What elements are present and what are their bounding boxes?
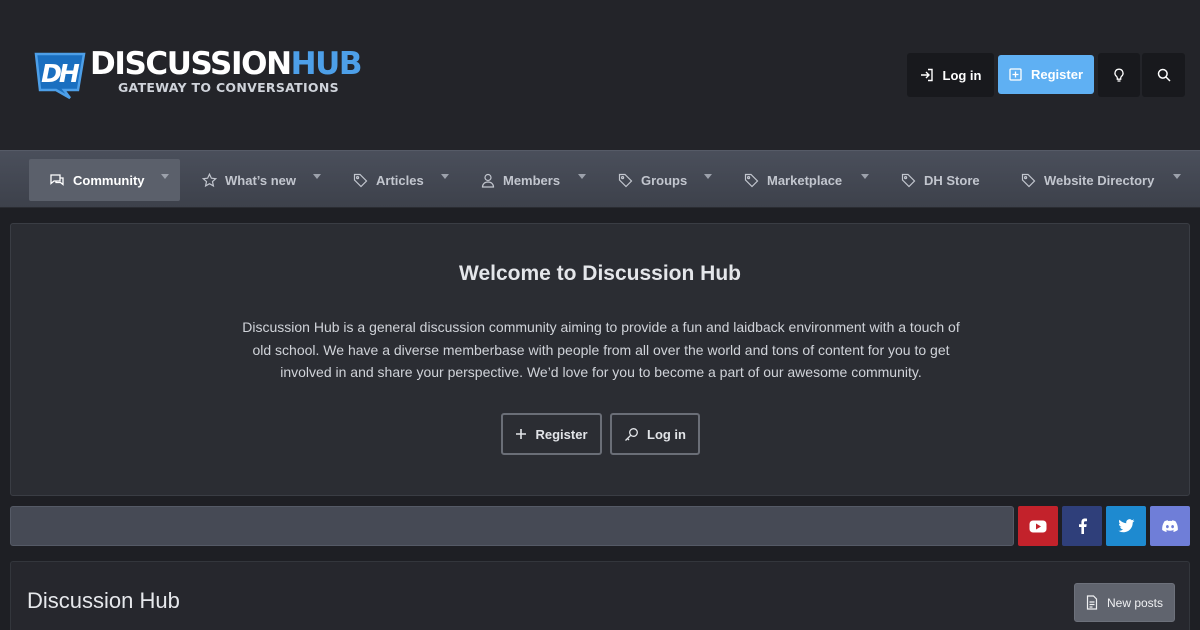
header-search-button[interactable] xyxy=(1142,53,1185,97)
nav-label-dh-store: DH Store xyxy=(924,172,980,188)
tag-icon xyxy=(901,173,916,187)
comments-icon xyxy=(50,174,64,186)
logo-word-discussion: DISCUSSION xyxy=(90,46,292,82)
twitter-link[interactable] xyxy=(1106,506,1146,546)
notice-bar xyxy=(10,506,1014,546)
register-icon xyxy=(1009,68,1022,81)
youtube-link[interactable] xyxy=(1018,506,1058,546)
twitter-icon xyxy=(1117,519,1134,533)
header-login-button[interactable]: Log in xyxy=(907,53,994,97)
user-icon xyxy=(481,173,495,188)
nav-caret-articles[interactable] xyxy=(441,174,449,179)
plus-icon xyxy=(516,429,527,439)
welcome-description: Discussion Hub is a general discussion c… xyxy=(242,319,960,380)
document-icon xyxy=(1086,595,1098,610)
nav-caret-whats-new[interactable] xyxy=(313,174,321,179)
discord-icon xyxy=(1162,519,1178,532)
site-header: DH DISCUSSIONHUB GATEWAY TO CONVERSATION… xyxy=(0,0,1200,150)
logo-tagline: GATEWAY TO CONVERSATIONS xyxy=(118,80,339,95)
style-toggle-button[interactable] xyxy=(1098,53,1140,97)
welcome-title: Welcome to Discussion Hub xyxy=(459,262,741,285)
nav-label-articles: Articles xyxy=(376,172,424,188)
welcome-register-button[interactable]: Register xyxy=(501,413,602,455)
discord-link[interactable] xyxy=(1150,506,1190,546)
star-icon xyxy=(202,172,217,187)
lightbulb-icon xyxy=(1114,68,1124,82)
facebook-icon xyxy=(1078,518,1087,534)
welcome-login-label: Log in xyxy=(647,426,686,442)
header-login-label: Log in xyxy=(942,67,982,83)
site-logo[interactable]: DH DISCUSSIONHUB GATEWAY TO CONVERSATION… xyxy=(34,48,374,100)
dh-logo-mark: DH xyxy=(34,52,86,100)
nav-caret-members[interactable] xyxy=(578,174,586,179)
nav-item-groups[interactable]: Groups xyxy=(618,159,687,201)
logo-word-hub: HUB xyxy=(290,46,363,82)
nav-label-groups: Groups xyxy=(641,172,688,188)
new-posts-label: New posts xyxy=(1106,595,1164,610)
nav-item-website-directory[interactable]: Website Directory xyxy=(1021,159,1154,201)
nav-caret-website-directory[interactable] xyxy=(1173,174,1181,179)
welcome-login-button[interactable]: Log in xyxy=(610,413,700,455)
nav-item-marketplace[interactable]: Marketplace xyxy=(744,159,842,201)
nav-caret-marketplace[interactable] xyxy=(861,174,869,179)
nav-item-members[interactable]: Members xyxy=(481,159,560,201)
facebook-link[interactable] xyxy=(1062,506,1102,546)
key-icon xyxy=(625,427,638,441)
nav-item-articles[interactable]: Articles xyxy=(353,159,424,201)
tag-icon xyxy=(353,173,368,187)
welcome-notice: Welcome to Discussion Hub Discussion Hub… xyxy=(10,223,1190,496)
nav-item-dh-store[interactable]: DH Store xyxy=(901,159,980,201)
page-title: Discussion Hub xyxy=(27,588,180,613)
nav-label-members: Members xyxy=(503,172,561,188)
nav-item-community[interactable]: Community xyxy=(29,159,180,201)
youtube-icon xyxy=(1029,520,1047,532)
header-register-label: Register xyxy=(1030,67,1084,82)
login-icon xyxy=(920,68,933,82)
nav-label-community: Community xyxy=(73,172,145,188)
nav-caret-community[interactable] xyxy=(161,174,169,179)
welcome-register-label: Register xyxy=(535,426,588,442)
forum-header-block: Discussion Hub New posts xyxy=(10,561,1190,630)
svg-text:DH: DH xyxy=(41,59,80,88)
search-icon xyxy=(1157,68,1171,82)
new-posts-button[interactable]: New posts xyxy=(1074,583,1175,622)
main-navigation: Community What’s new Articles Members Gr… xyxy=(0,150,1200,208)
logo-wordmark: DISCUSSIONHUB xyxy=(90,46,363,82)
header-register-button[interactable]: Register xyxy=(998,55,1094,94)
nav-label-whats-new: What’s new xyxy=(225,172,297,188)
nav-label-marketplace: Marketplace xyxy=(767,172,843,188)
nav-item-whats-new[interactable]: What’s new xyxy=(202,159,296,201)
tag-icon xyxy=(744,173,759,187)
tag-icon xyxy=(618,173,633,187)
nav-label-website-directory: Website Directory xyxy=(1044,172,1155,188)
nav-caret-groups[interactable] xyxy=(704,174,712,179)
tag-icon xyxy=(1021,173,1036,187)
